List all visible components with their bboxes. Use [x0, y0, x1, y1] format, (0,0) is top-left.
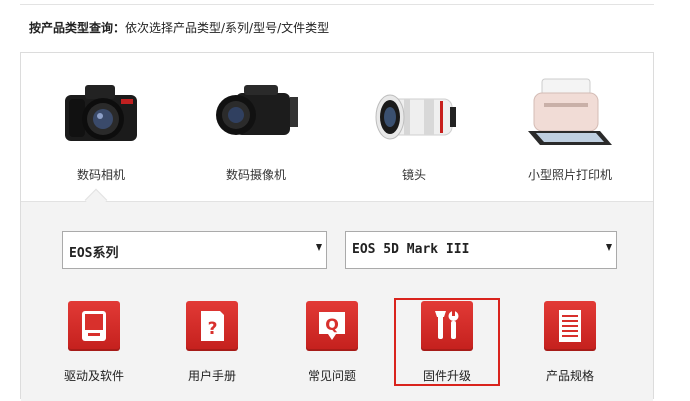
svg-text:?: ?	[208, 319, 218, 339]
dslr-camera-icon	[65, 85, 137, 141]
search-instruction: 按产品类型查询：依次选择产品类型/系列/型号/文件类型	[29, 19, 329, 36]
category-label: 数码相机	[76, 168, 125, 182]
category-lens[interactable]: 镜头	[339, 53, 489, 199]
lens-icon	[375, 94, 456, 140]
dropdown-arrow-icon	[606, 244, 612, 251]
model-select-value: EOS 5D Mark III	[352, 242, 470, 257]
category-digital-camera[interactable]: 数码相机	[26, 53, 176, 199]
search-hint: 依次选择产品类型/系列/型号/文件类型	[125, 21, 330, 35]
dropdown-arrow-icon	[316, 244, 322, 251]
category-label: 镜头	[401, 168, 426, 182]
model-select[interactable]: EOS 5D Mark III	[345, 231, 617, 269]
user-manual-icon: ?	[186, 301, 238, 351]
tool-label: 常见问题	[307, 369, 356, 383]
tool-faq[interactable]: Q 常见问题	[279, 298, 385, 386]
svg-text:Q: Q	[325, 315, 339, 334]
camcorder-icon	[216, 85, 298, 135]
tool-label: 固件升级	[422, 369, 471, 383]
series-select[interactable]: EOS系列	[62, 231, 327, 269]
tool-product-specs[interactable]: 产品规格	[517, 298, 623, 386]
tool-firmware-upgrade[interactable]: 固件升级	[394, 298, 500, 386]
search-title: 按产品类型查询：	[29, 21, 126, 35]
driver-software-icon	[68, 301, 120, 351]
spec-sheet-icon	[544, 301, 596, 351]
faq-icon: Q	[306, 301, 358, 351]
category-camcorder[interactable]: 数码摄像机	[181, 53, 331, 199]
category-label: 数码摄像机	[225, 168, 286, 182]
top-divider	[20, 0, 654, 5]
product-selector-panel: 数码相机 数码摄像机 镜头 小型照片打印机 EOS系列 EOS 5D Mark …	[20, 52, 654, 401]
series-select-value: EOS系列	[69, 246, 119, 261]
tool-driver-software[interactable]: 驱动及软件	[41, 298, 147, 386]
tool-label: 产品规格	[545, 369, 594, 383]
category-label: 小型照片打印机	[527, 168, 612, 182]
tool-label: 驱动及软件	[63, 369, 124, 383]
firmware-tools-icon	[421, 301, 473, 351]
photo-printer-icon	[528, 78, 612, 145]
tool-user-manual[interactable]: ? 用户手册	[159, 298, 265, 386]
tool-label: 用户手册	[187, 369, 236, 383]
category-photo-printer[interactable]: 小型照片打印机	[495, 53, 645, 199]
